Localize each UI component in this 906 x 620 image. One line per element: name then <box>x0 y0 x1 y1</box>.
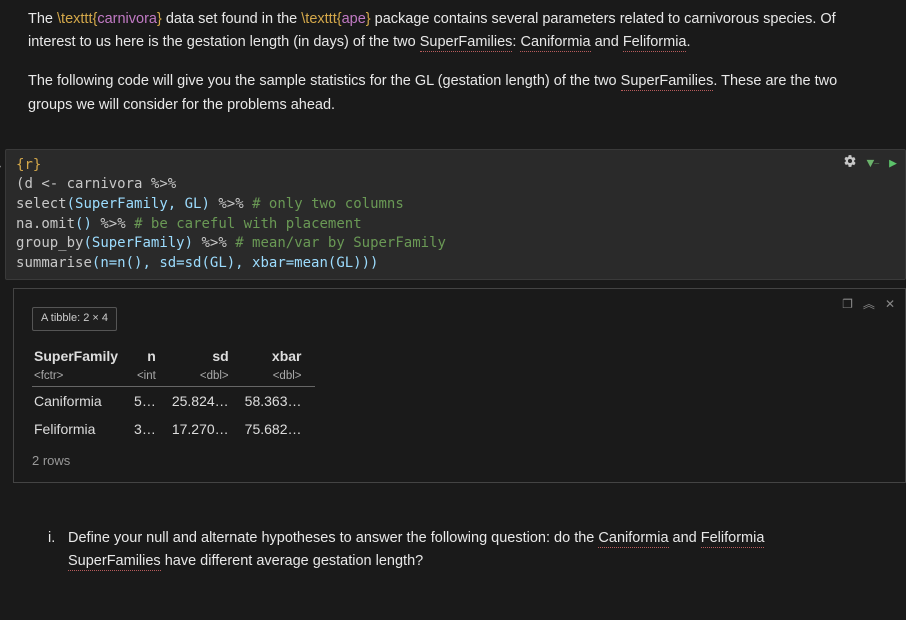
output-close-icon[interactable]: ✕ <box>885 295 895 314</box>
code-pipe: %>% <box>92 216 134 232</box>
table-header-row: SuperFamily <fctr> n <int sd <dbl> xbar <dbl… <box>32 343 315 386</box>
text: Define your null and alternate hypothese… <box>68 530 598 546</box>
col-header-sd: sd <dbl> <box>170 343 243 386</box>
code-chunk[interactable]: ▼_ ▶ {r} (d <- carnivora %>% select(Supe… <box>5 149 906 281</box>
cell-n: 3… <box>132 415 170 443</box>
cell-sd: 25.824… <box>170 386 243 415</box>
question-item: i. Define your null and alternate hypoth… <box>48 527 878 573</box>
tibble-dim-badge: A tibble: 2 × 4 <box>32 307 117 331</box>
latex-cmd: \texttt <box>57 11 92 27</box>
output-toolbar: ❐ ︽ ✕ <box>842 295 895 314</box>
spellcheck-underline: SuperFamilies <box>420 34 513 52</box>
output-window-icon[interactable]: ❐ <box>842 295 853 314</box>
output-collapse-icon[interactable]: ︽ <box>863 295 875 314</box>
col-name: sd <box>212 348 228 364</box>
spellcheck-underline: SuperFamilies <box>621 73 714 91</box>
code-pipe: %>% <box>193 235 235 251</box>
latex-arg-ape: ape <box>342 11 366 27</box>
col-type: <dbl> <box>245 367 302 385</box>
col-name: n <box>147 348 156 364</box>
code-content[interactable]: {r} (d <- carnivora %>% select(SuperFami… <box>16 156 895 274</box>
table-row: Feliformia 3… 17.270… 75.682… <box>32 415 315 443</box>
code-comment: # mean/var by SuperFamily <box>235 235 446 251</box>
code-args: (SuperFamily, GL) <box>67 196 210 212</box>
spellcheck-underline: Caniformia <box>520 34 590 52</box>
code-func: na.omit <box>16 216 75 232</box>
code-func: summarise <box>16 255 92 271</box>
run-above-icon[interactable]: ▼_ <box>867 155 880 173</box>
code-args: (SuperFamily) <box>83 235 193 251</box>
col-name: SuperFamily <box>34 348 118 364</box>
spellcheck-underline: Feliformia <box>701 530 765 548</box>
code-args: (n=n(), sd=sd(GL), xbar=mean(GL))) <box>92 255 379 271</box>
latex-cmd: \texttt <box>301 11 336 27</box>
code-func: select <box>16 196 67 212</box>
text: have different average gestation length? <box>161 553 424 569</box>
cell-n: 5… <box>132 386 170 415</box>
question-text: Define your null and alternate hypothese… <box>68 527 860 573</box>
spellcheck-underline: Feliformia <box>623 34 687 52</box>
code-comment: # be careful with placement <box>134 216 362 232</box>
intro-paragraph-2: The following code will give you the sam… <box>28 70 878 116</box>
code-line: (d <- carnivora %>% <box>16 176 176 192</box>
code-chunk-toolbar: ▼_ ▶ <box>843 154 897 174</box>
cell-xbar: 75.682… <box>243 415 316 443</box>
chunk-lang: r <box>24 157 32 173</box>
text: data set found in the <box>162 11 301 27</box>
list-marker: i. <box>48 527 62 573</box>
table-row: Caniformia 5… 25.824… 58.363… <box>32 386 315 415</box>
col-type: <fctr> <box>34 367 118 385</box>
intro-paragraph-1: The \texttt{carnivora} data set found in… <box>28 8 878 54</box>
code-comment: # only two columns <box>252 196 404 212</box>
text: and <box>669 530 701 546</box>
text: . <box>686 34 690 50</box>
code-pipe: %>% <box>210 196 252 212</box>
spellcheck-underline: Caniformia <box>598 530 668 548</box>
col-header-n: n <int <box>132 343 170 386</box>
code-func: group_by <box>16 235 83 251</box>
gear-icon[interactable] <box>843 154 857 174</box>
col-name: xbar <box>272 348 302 364</box>
code-args: () <box>75 216 92 232</box>
code-chunk-container: ▾ ▼_ ▶ {r} (d <- carnivora %>% select(Su… <box>0 149 906 281</box>
text: The <box>28 11 57 27</box>
chunk-brace: } <box>33 157 41 173</box>
cell-superfamily: Caniformia <box>32 386 132 415</box>
col-header-superfamily: SuperFamily <fctr> <box>32 343 132 386</box>
cell-xbar: 58.363… <box>243 386 316 415</box>
col-type: <dbl> <box>172 367 229 385</box>
cell-sd: 17.270… <box>170 415 243 443</box>
run-chunk-icon[interactable]: ▶ <box>889 155 897 173</box>
cell-superfamily: Feliformia <box>32 415 132 443</box>
latex-arg-carnivora: carnivora <box>97 11 157 27</box>
row-count-label: 2 rows <box>32 451 895 472</box>
col-type: <int <box>134 367 156 385</box>
spellcheck-underline: SuperFamilies <box>68 553 161 571</box>
text: and <box>591 34 623 50</box>
chunk-output: ❐ ︽ ✕ A tibble: 2 × 4 SuperFamily <fctr> … <box>13 288 906 483</box>
col-header-xbar: xbar <dbl> <box>243 343 316 386</box>
tibble-table: SuperFamily <fctr> n <int sd <dbl> xbar <dbl… <box>32 343 315 444</box>
text: The following code will give you the sam… <box>28 73 621 89</box>
